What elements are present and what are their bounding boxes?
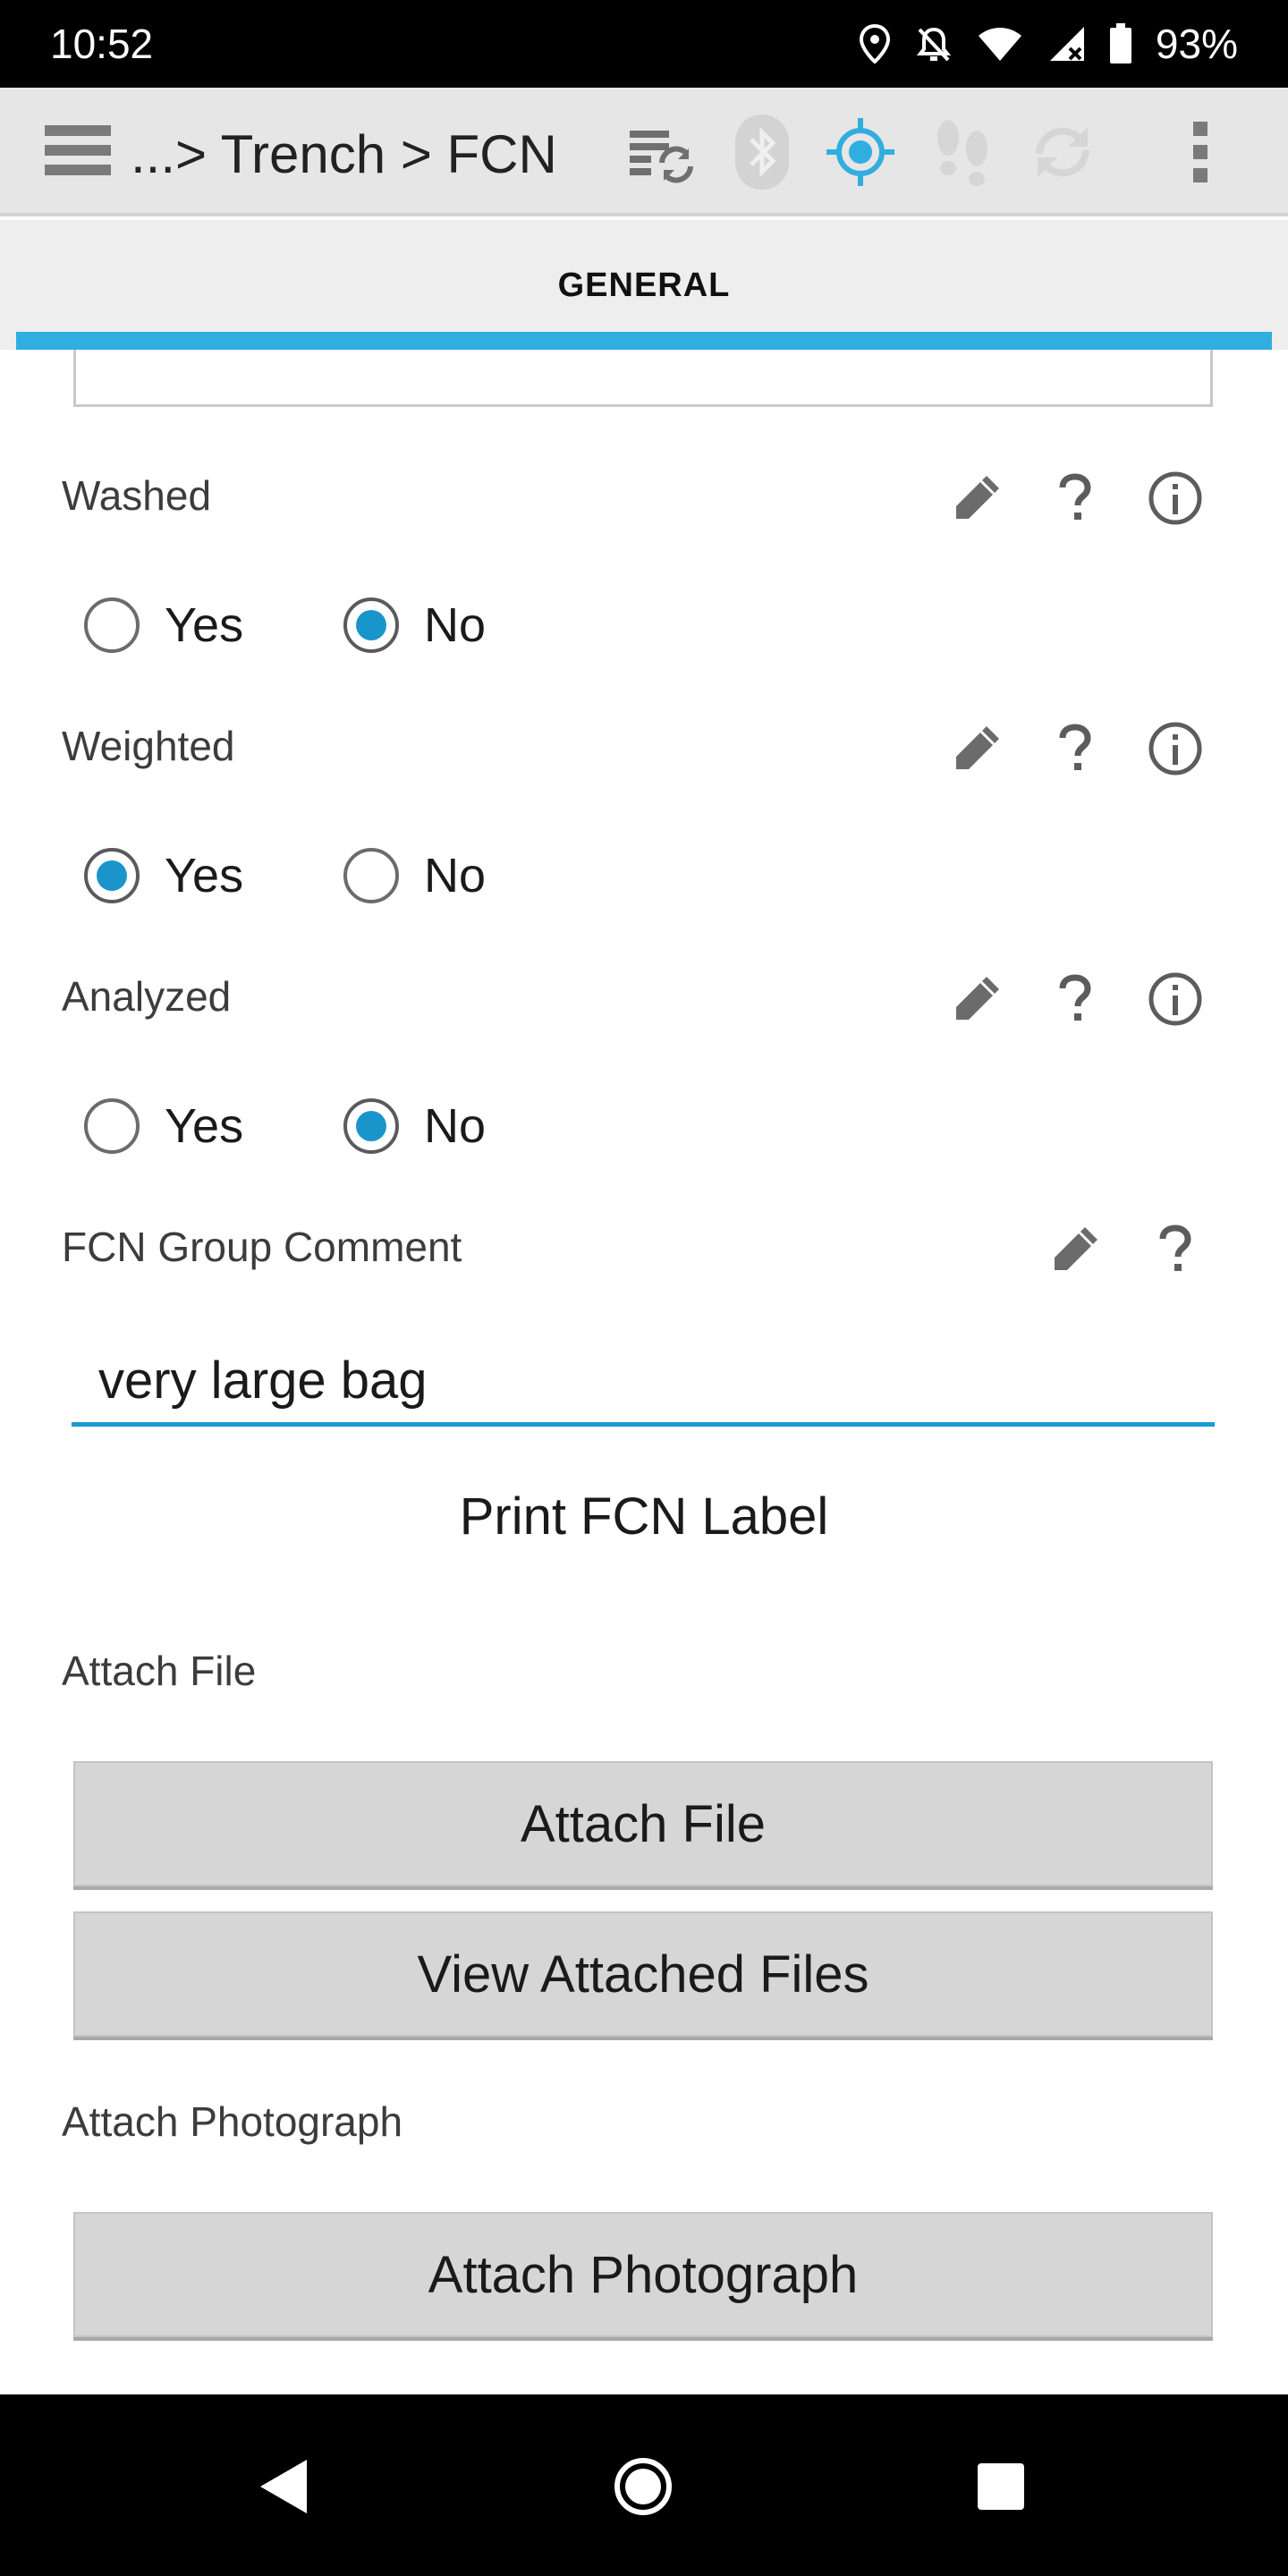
help-icon [1159, 1224, 1191, 1271]
radio-button[interactable] [84, 1098, 140, 1154]
help-icon [1059, 724, 1091, 770]
radio-button[interactable] [343, 848, 399, 903]
sync-list-button[interactable] [624, 114, 699, 190]
battery-percent: 93% [1155, 21, 1238, 67]
more-vert-icon [1193, 122, 1208, 182]
radio-button[interactable] [343, 597, 399, 653]
gps-target-icon [826, 118, 894, 186]
attach-photograph-label: Attach Photograph [62, 2098, 403, 2145]
analyzed-label: Analyzed [62, 973, 232, 1020]
help-icon [1059, 473, 1091, 520]
help-icon [1059, 974, 1091, 1021]
analyzed-yes-radio[interactable]: Yes [84, 1090, 243, 1162]
radio-label: Yes [165, 849, 244, 902]
analyzed-info-button[interactable] [1140, 963, 1211, 1035]
tab-strip: GENERAL [0, 220, 1288, 350]
home-icon [614, 2458, 672, 2515]
info-icon [1148, 471, 1202, 525]
app-toolbar: ...> Trench > FCN [0, 88, 1288, 216]
info-icon [1148, 972, 1202, 1026]
tab-general[interactable]: GENERAL [16, 220, 1272, 350]
pencil-icon [956, 476, 999, 519]
comment-label: FCN Group Comment [62, 1224, 462, 1270]
weighted-help-button[interactable] [1039, 713, 1111, 784]
overflow-menu-button[interactable] [1165, 114, 1236, 190]
washed-edit-button[interactable] [941, 462, 1013, 534]
previous-field-input[interactable] [73, 350, 1213, 407]
alarm-off-icon [916, 27, 952, 62]
attach-file-button[interactable]: Attach File [73, 1761, 1213, 1886]
location-icon [859, 24, 890, 64]
cell-signal-icon [1049, 27, 1084, 61]
form-content[interactable]: Washed Yes No Weighted Yes No Analyzed Y… [16, 350, 1272, 2394]
analyzed-no-radio[interactable]: No [343, 1090, 486, 1162]
clock: 10:52 [50, 21, 154, 67]
washed-info-button[interactable] [1140, 462, 1211, 534]
home-button[interactable] [603, 2446, 683, 2527]
washed-help-button[interactable] [1039, 462, 1111, 534]
analyzed-help-button[interactable] [1039, 963, 1111, 1035]
recents-button[interactable] [961, 2446, 1041, 2527]
status-bar: 10:52 93% [0, 0, 1288, 88]
battery-icon [1109, 23, 1131, 64]
radio-button[interactable] [84, 597, 140, 653]
system-nav-bar [0, 2394, 1288, 2576]
attach-photograph-button[interactable]: Attach Photograph [73, 2212, 1213, 2337]
info-icon [1148, 722, 1202, 775]
wifi-icon [978, 28, 1021, 61]
comment-help-button[interactable] [1140, 1214, 1211, 1285]
radio-button[interactable] [84, 848, 140, 903]
weighted-no-radio[interactable]: No [343, 840, 486, 911]
tab-indicator [16, 332, 1272, 350]
sync-list-icon [630, 131, 693, 183]
bluetooth-icon [735, 114, 789, 190]
back-icon [260, 2460, 307, 2513]
radio-button[interactable] [343, 1098, 399, 1154]
pencil-icon [956, 726, 999, 769]
pencil-icon [956, 977, 999, 1020]
radio-label: No [424, 849, 487, 902]
weighted-info-button[interactable] [1140, 713, 1211, 784]
weighted-edit-button[interactable] [941, 713, 1013, 784]
comment-edit-button[interactable] [1039, 1214, 1111, 1285]
pencil-icon [1055, 1227, 1097, 1270]
breadcrumb-title: ...> Trench > FCN [131, 124, 557, 184]
comment-input[interactable] [72, 1344, 1215, 1427]
washed-no-radio[interactable]: No [343, 589, 486, 661]
back-button[interactable] [243, 2446, 324, 2527]
radio-label: Yes [165, 598, 244, 652]
footsteps-icon [937, 120, 987, 186]
print-fcn-label-button[interactable]: Print FCN Label [16, 1487, 1272, 1546]
tab-general-label: GENERAL [557, 267, 731, 304]
washed-yes-radio[interactable]: Yes [84, 589, 243, 661]
radio-label: No [424, 598, 487, 652]
gps-button[interactable] [823, 114, 898, 190]
view-attached-files-button[interactable]: View Attached Files [73, 1911, 1213, 2037]
washed-label: Washed [62, 472, 212, 519]
attach-file-label: Attach File [62, 1648, 257, 1694]
refresh-icon [1036, 127, 1089, 177]
weighted-yes-radio[interactable]: Yes [84, 840, 243, 911]
track-button[interactable] [925, 114, 1000, 190]
recents-icon [978, 2463, 1024, 2510]
bluetooth-button[interactable] [724, 114, 800, 190]
radio-label: No [424, 1099, 487, 1153]
radio-label: Yes [165, 1099, 244, 1153]
refresh-button[interactable] [1025, 114, 1100, 190]
weighted-label: Weighted [62, 723, 235, 769]
menu-icon [45, 125, 111, 175]
menu-button[interactable] [45, 123, 111, 177]
analyzed-edit-button[interactable] [941, 963, 1013, 1035]
